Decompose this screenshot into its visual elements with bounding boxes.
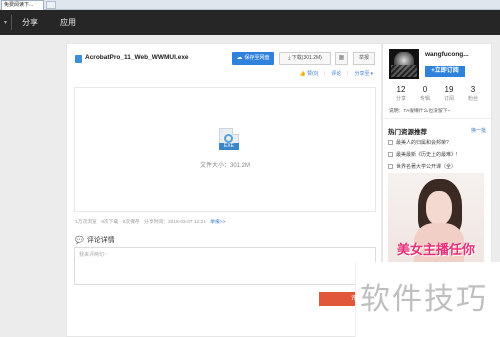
- checkbox[interactable]: [388, 164, 393, 169]
- watermark-text: 软件技巧: [360, 282, 488, 317]
- meta-views: 1万次浏览: [75, 220, 97, 225]
- action-divider: |: [323, 71, 325, 77]
- stat-subscriptions[interactable]: 19 订阅: [437, 85, 461, 102]
- action-divider: |: [346, 71, 349, 77]
- meta-time: 分享时间：2015-03-07 12:21: [144, 220, 206, 225]
- checkbox[interactable]: [388, 140, 393, 145]
- chevron-down-icon[interactable]: ▾: [370, 71, 373, 77]
- exe-badge: EXE: [219, 143, 239, 150]
- file-title: AcrobatPro_11_Web_WWMUI.exe: [85, 54, 189, 61]
- browser-tab-strip: 免费阅读下...: [0, 0, 500, 10]
- watermark: 软件技巧: [355, 262, 500, 337]
- comment-input[interactable]: 我来评两句~: [74, 247, 376, 285]
- report-button[interactable]: 举报: [353, 52, 375, 65]
- nav-share[interactable]: 分享: [22, 17, 38, 28]
- new-tab-button[interactable]: [46, 1, 56, 9]
- nav-apps[interactable]: 应用: [60, 17, 76, 28]
- like-link[interactable]: 赞(0): [307, 71, 318, 77]
- username[interactable]: wangfucong...: [425, 51, 469, 58]
- ad-banner[interactable]: 美女主播任你聊!: [388, 173, 484, 269]
- hot-item[interactable]: 最美最新《历史上的最难》!: [388, 151, 457, 158]
- avatar[interactable]: [389, 49, 419, 79]
- download-label: 下载(301.2M): [291, 55, 322, 61]
- file-meta: 1万次浏览 9次下载 9次保存 分享时间：2015-03-07 12:21 举报…: [75, 218, 228, 225]
- stat-shares[interactable]: 12 分享: [389, 85, 413, 102]
- file-size: 文件大小：301.2M: [199, 163, 250, 169]
- sidebar-divider: [383, 118, 491, 119]
- share-link[interactable]: 分享至: [354, 71, 369, 77]
- comment-heading: 💬 评论详情: [75, 235, 115, 245]
- file-actions: 👍赞(0) | 评论 | 分享至▾: [295, 70, 373, 77]
- file-panel: AcrobatPro_11_Web_WWMUI.exe ☁ 保存至网盘 ⤓ 下载(…: [66, 43, 382, 337]
- thumbs-up-icon: 👍: [299, 71, 307, 77]
- hot-resources-title: 热门资源推荐: [388, 129, 427, 136]
- comment-heading-label: 评论详情: [86, 237, 115, 244]
- hot-item[interactable]: 最美人的归属和会邦荣?: [388, 139, 449, 146]
- comment-link[interactable]: 评论: [331, 71, 341, 77]
- file-type-icon: [75, 55, 82, 63]
- top-nav-bar: ▾ 分享 应用: [0, 10, 500, 35]
- user-note: 说明：TA很懒什么也没留下~: [389, 109, 451, 114]
- meta-saves: 9次保存: [122, 220, 140, 225]
- stat-fans[interactable]: 3 粉丝: [461, 85, 485, 102]
- meta-downloads: 9次下载: [101, 220, 119, 225]
- checkbox[interactable]: [388, 152, 393, 157]
- user-stats: 12 分享 0 专辑 19 订阅 3 粉丝: [389, 85, 487, 105]
- chevron-down-icon[interactable]: ▾: [4, 19, 7, 26]
- meta-report-link[interactable]: 举报>>: [210, 220, 225, 225]
- nav-divider: [11, 15, 12, 30]
- file-preview: EXE 文件大小：301.2M: [74, 87, 376, 212]
- save-to-netdisk-button[interactable]: ☁ 保存至网盘: [232, 52, 274, 65]
- grid-icon[interactable]: ▦: [335, 52, 348, 65]
- download-button[interactable]: ⤓ 下载(301.2M): [279, 52, 331, 65]
- exe-file-icon: EXE: [219, 128, 239, 152]
- save-label: 保存至网盘: [244, 55, 270, 61]
- hot-item[interactable]: 世界名著大学公开课（全）: [388, 163, 456, 170]
- refresh-link[interactable]: 换一批: [471, 127, 486, 134]
- subscribe-button[interactable]: +立即订阅: [425, 66, 465, 77]
- browser-tab[interactable]: 免费阅读下...: [1, 0, 44, 10]
- cloud-icon: ☁: [236, 55, 243, 61]
- stat-albums[interactable]: 0 专辑: [413, 85, 437, 102]
- comment-icon: 💬: [75, 237, 84, 244]
